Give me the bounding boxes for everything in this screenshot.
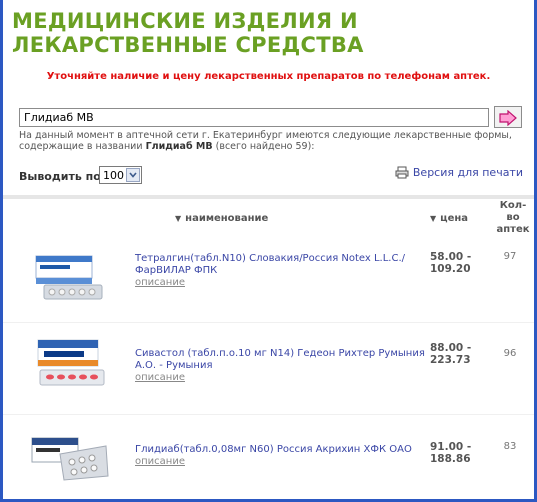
product-price: 88.00 - 223.73 xyxy=(430,342,480,366)
pharmacy-count: 97 xyxy=(503,251,517,262)
header-name[interactable]: ▼ наименование xyxy=(175,213,268,224)
product-name-link[interactable]: Сивастол (табл.п.о.10 мг N14) Гедеон Рих… xyxy=(135,348,425,384)
triangle-down-icon: ▼ xyxy=(430,214,437,223)
product-name-link[interactable]: Глидиаб(табл.0,08мг N60) Россия Акрихин … xyxy=(135,444,425,468)
product-image[interactable] xyxy=(30,338,110,388)
info-found-count: (всего найдено 59): xyxy=(215,141,315,152)
section-divider xyxy=(3,195,534,199)
perpage-select[interactable]: 100 xyxy=(99,166,142,184)
header-name-label: наименование xyxy=(185,213,269,224)
product-image[interactable] xyxy=(30,432,110,482)
header-qty-line-2: во xyxy=(506,212,520,223)
search-info: На данный момент в аптечной сети г. Екат… xyxy=(19,130,519,152)
product-name: Глидиаб(табл.0,08мг N60) Россия Акрихин … xyxy=(135,444,412,455)
print-version-label: Версия для печати xyxy=(412,166,523,179)
price-min: 91.00 - xyxy=(430,441,472,453)
header-price-label: цена xyxy=(440,213,469,224)
info-query: Глидиаб МВ xyxy=(145,141,213,152)
price-max: 188.86 xyxy=(430,453,471,465)
product-description-link[interactable]: описание xyxy=(135,372,425,384)
search-input[interactable] xyxy=(19,108,489,127)
header-qty: Кол- во аптек xyxy=(495,200,531,236)
product-image[interactable] xyxy=(30,252,110,302)
perpage-label: Выводить по xyxy=(19,170,101,183)
row-separator xyxy=(3,322,534,323)
print-version-link[interactable]: Версия для печати xyxy=(395,166,523,179)
header-qty-line-3: аптек xyxy=(496,224,530,235)
price-min: 88.00 - xyxy=(430,342,472,354)
info-line-2-prefix: содержащие в названии xyxy=(19,141,146,152)
product-price: 91.00 - 188.86 xyxy=(430,441,480,465)
product-description-link[interactable]: описание xyxy=(135,456,425,468)
pharmacy-count: 83 xyxy=(503,441,517,452)
header-qty-line-1: Кол- xyxy=(499,200,527,211)
page-title: МЕДИЦИНСКИЕ ИЗДЕЛИЯ И ЛЕКАРСТВЕННЫЕ СРЕД… xyxy=(12,9,364,57)
perpage-value: 100 xyxy=(103,168,124,182)
product-description-link[interactable]: описание xyxy=(135,277,425,289)
arrow-right-icon xyxy=(499,109,517,126)
info-line-1: На данный момент в аптечной сети г. Екат… xyxy=(19,130,512,141)
search-go-button[interactable] xyxy=(494,106,522,128)
chevron-down-icon[interactable] xyxy=(126,168,140,182)
row-separator xyxy=(3,414,534,415)
printer-icon xyxy=(395,166,409,179)
product-name-link[interactable]: Тетралгин(табл.N10) Словакия/Россия Note… xyxy=(135,253,425,289)
header-price[interactable]: ▼ цена xyxy=(430,213,468,224)
price-max: 109.20 xyxy=(430,263,471,275)
triangle-down-icon: ▼ xyxy=(175,214,182,223)
product-price: 58.00 - 109.20 xyxy=(430,251,480,275)
product-name: Сивастол (табл.п.о.10 мг N14) Гедеон Рих… xyxy=(135,348,425,371)
availability-notice: Уточняйте наличие и цену лекарственных п… xyxy=(46,71,491,82)
price-min: 58.00 - xyxy=(430,251,472,263)
pharmacy-count: 96 xyxy=(503,348,517,359)
price-max: 223.73 xyxy=(430,354,471,366)
product-name: Тетралгин(табл.N10) Словакия/Россия Note… xyxy=(135,253,406,276)
